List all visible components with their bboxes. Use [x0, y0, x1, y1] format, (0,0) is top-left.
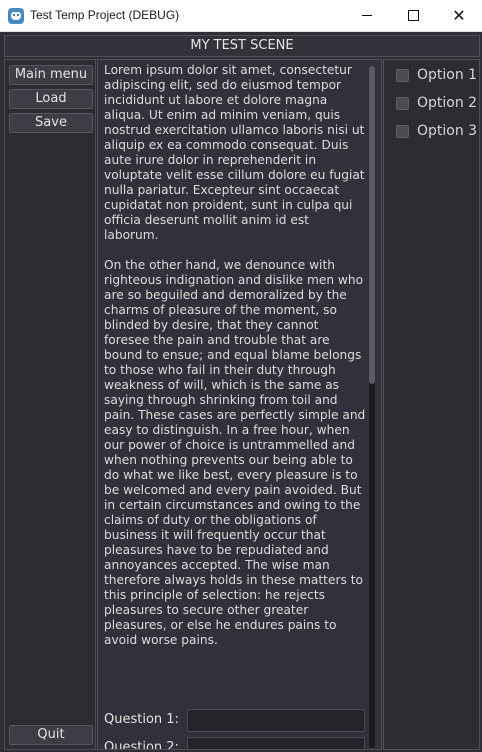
- option-1-label: Option 1: [417, 67, 478, 83]
- option-1[interactable]: Option 1: [396, 67, 477, 83]
- option-1-checkbox[interactable]: [396, 68, 409, 82]
- minimize-icon: [362, 15, 372, 16]
- question-2-input[interactable]: [187, 737, 365, 749]
- window-title: Test Temp Project (DEBUG): [30, 8, 180, 22]
- quit-button[interactable]: Quit: [9, 725, 93, 745]
- scene-title: MY TEST SCENE: [4, 35, 480, 57]
- maximize-icon: [407, 10, 419, 21]
- question-1-label: Question 1:: [104, 712, 179, 727]
- paragraph-1: Lorem ipsum dolor sit amet, consectetur …: [104, 63, 365, 242]
- option-3-checkbox[interactable]: [396, 124, 409, 138]
- title-bar: Test Temp Project (DEBUG) ✕: [0, 0, 482, 32]
- option-2[interactable]: Option 2: [396, 95, 477, 111]
- option-2-checkbox[interactable]: [396, 96, 409, 110]
- options-panel: Option 1 Option 2 Option 3: [383, 59, 480, 750]
- question-2-label: Question 2:: [104, 740, 179, 750]
- main-menu-button[interactable]: Main menu: [9, 65, 93, 85]
- lorem-text: Lorem ipsum dolor sit amet, consectetur …: [104, 63, 366, 663]
- vertical-scrollbar[interactable]: [369, 66, 375, 748]
- option-3-label: Option 3: [417, 123, 478, 139]
- paragraph-2: On the other hand, we denounce with righ…: [104, 258, 366, 647]
- minimize-button[interactable]: [344, 0, 390, 31]
- option-2-label: Option 2: [417, 95, 478, 111]
- close-button[interactable]: ✕: [436, 0, 482, 31]
- content-scroll-panel[interactable]: Lorem ipsum dolor sit amet, consectetur …: [97, 59, 382, 750]
- save-button[interactable]: Save: [9, 113, 93, 133]
- scrollbar-thumb[interactable]: [369, 66, 375, 384]
- godot-app-icon: [8, 8, 24, 24]
- option-3[interactable]: Option 3: [396, 123, 477, 139]
- close-icon: ✕: [452, 7, 466, 25]
- scene-area: MY TEST SCENE Main menu Load Save Quit L…: [0, 32, 482, 752]
- question-1-input[interactable]: [187, 709, 365, 732]
- maximize-button[interactable]: [390, 0, 436, 31]
- left-menu-panel: Main menu Load Save Quit: [4, 59, 96, 750]
- load-button[interactable]: Load: [9, 89, 93, 109]
